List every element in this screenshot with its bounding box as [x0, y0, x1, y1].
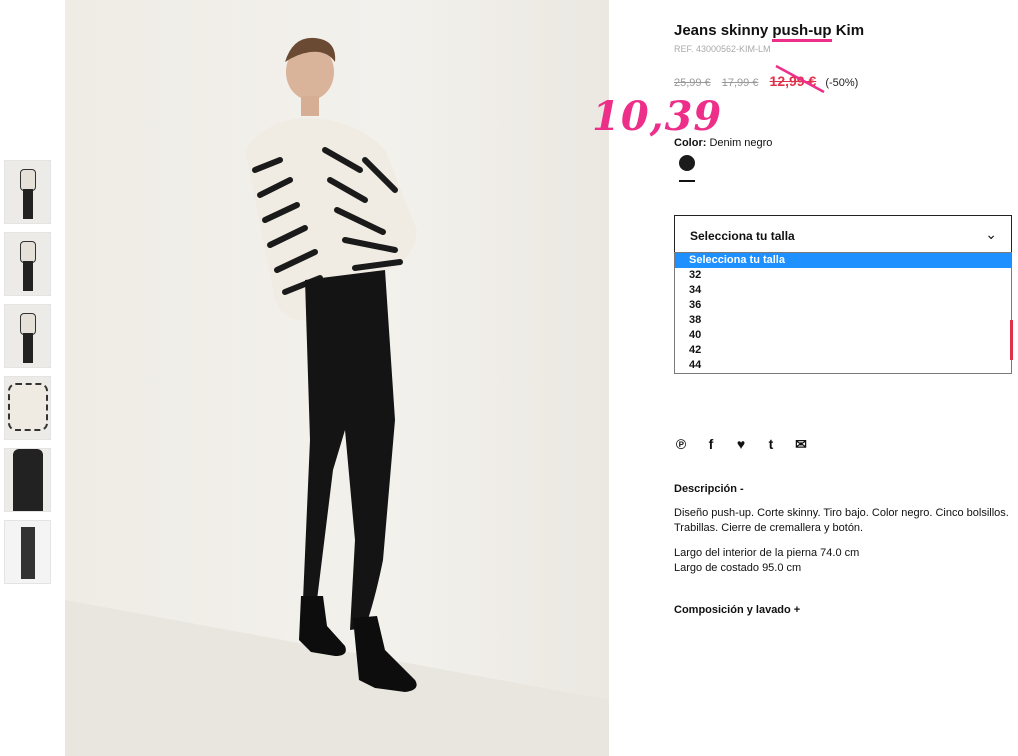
size-option[interactable]: 36	[675, 298, 1011, 313]
price-row: 25,99 € 17,99 € 12,99 € (-50%)	[674, 73, 858, 89]
old-price: 17,99 €	[721, 77, 759, 89]
side-length: Largo de costado 95.0 cm	[674, 562, 802, 574]
annotation-strike	[775, 64, 825, 94]
mail-icon[interactable]: ✉	[794, 436, 808, 453]
product-title: Jeans skinny push-up Kim	[674, 22, 865, 42]
chevron-down-icon: ⌄	[985, 226, 997, 242]
tumblr-icon[interactable]: t	[764, 436, 778, 452]
size-select-value: Selecciona tu talla	[690, 229, 795, 243]
title-part: Jeans skinny	[674, 22, 773, 39]
add-to-cart-button-edge[interactable]	[1010, 320, 1013, 360]
handwritten-price-annotation: 10,39	[592, 93, 723, 140]
discount-badge: (-50%)	[825, 77, 859, 89]
color-row: Color: Denim negro	[674, 137, 772, 149]
thumbnail-5[interactable]	[4, 448, 51, 512]
inseam-length: Largo del interior de la pierna 74.0 cm	[674, 547, 860, 559]
thumbnail-1[interactable]	[4, 160, 51, 224]
size-option[interactable]: 42	[675, 343, 1011, 358]
color-swatch-black[interactable]	[679, 155, 695, 171]
share-icons: ℗ f ♥ t ✉	[674, 436, 808, 453]
selected-swatch-indicator	[679, 180, 695, 182]
thumbnail-3[interactable]	[4, 304, 51, 368]
description-toggle[interactable]: Descripción -	[674, 483, 744, 495]
size-option[interactable]: 32	[675, 268, 1011, 283]
color-label: Color:	[674, 137, 707, 149]
pinterest-icon[interactable]: ℗	[674, 436, 688, 452]
thumbnail-2[interactable]	[4, 232, 51, 296]
old-price: 25,99 €	[674, 77, 711, 89]
title-part: Kim	[831, 22, 865, 39]
product-main-image	[65, 0, 609, 756]
size-dropdown-list: Selecciona tu talla 32 34 36 38 40 42 44	[674, 252, 1012, 374]
title-highlight: push-up	[772, 22, 832, 42]
size-option[interactable]: Selecciona tu talla	[675, 253, 1011, 268]
twitter-icon[interactable]: ♥	[734, 436, 748, 452]
description-text: Diseño push-up. Corte skinny. Tiro bajo.…	[674, 507, 1009, 534]
color-value: Denim negro	[709, 137, 773, 149]
thumbnail-strip	[4, 160, 51, 592]
model-illustration	[65, 37, 609, 756]
thumbnail-4[interactable]	[4, 376, 51, 440]
facebook-icon[interactable]: f	[704, 436, 718, 452]
composition-toggle[interactable]: Composición y lavado +	[674, 604, 800, 616]
size-option[interactable]: 38	[675, 313, 1011, 328]
size-select[interactable]: Selecciona tu talla ⌄	[674, 215, 1012, 253]
size-option[interactable]: 40	[675, 328, 1011, 343]
size-option[interactable]: 34	[675, 283, 1011, 298]
thumbnail-6[interactable]	[4, 520, 51, 584]
size-option[interactable]: 44	[675, 358, 1011, 373]
product-ref: REF. 43000562-KIM-LM	[674, 44, 771, 54]
